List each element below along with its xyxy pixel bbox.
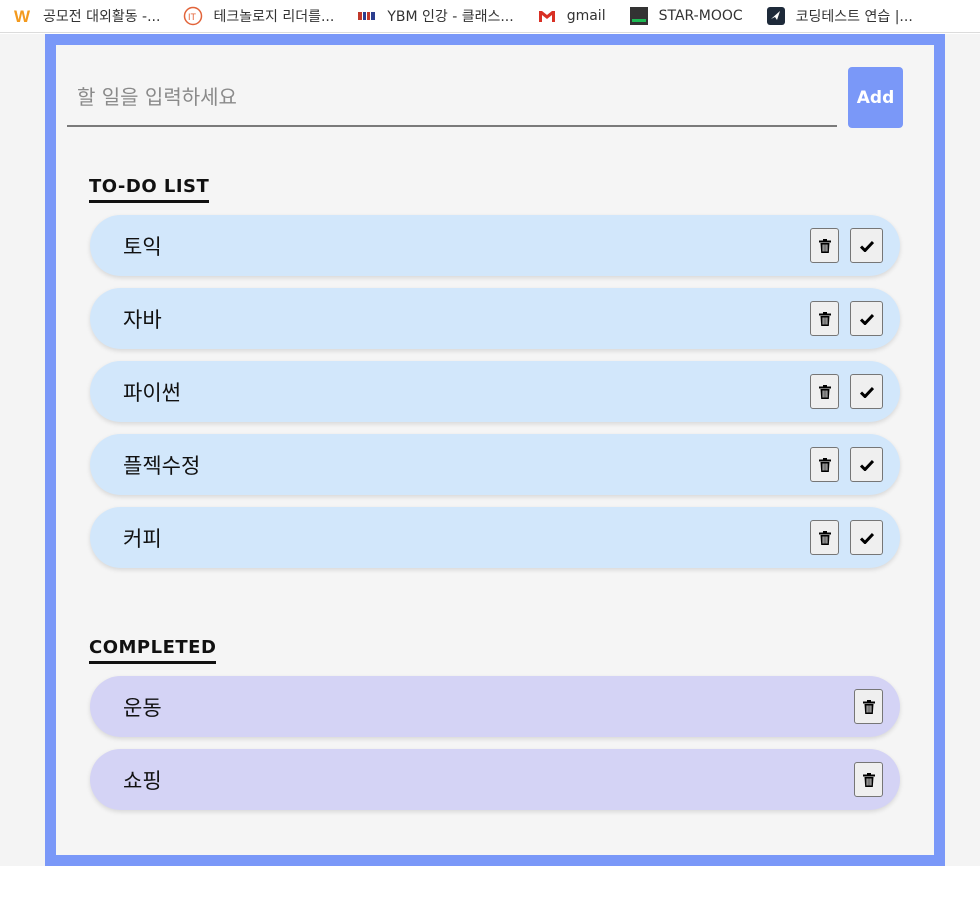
complete-button[interactable] [850, 447, 883, 482]
completed-item-text: 쇼핑 [123, 768, 162, 793]
bookmarks-bar: W 공모전 대외활동 -... IT 테크놀로지 리더를... YBM 인강 -… [0, 0, 980, 33]
bookmark-techleader[interactable]: IT 테크놀로지 리더를... [170, 0, 344, 32]
completed-item: 운동 [90, 676, 900, 737]
complete-button[interactable] [850, 374, 883, 409]
delete-button[interactable] [854, 762, 883, 797]
checkmark-icon [859, 459, 874, 471]
todo-item-text: 커피 [123, 526, 162, 551]
todo-item: 파이썬 [90, 361, 900, 422]
completed-item: 쇼핑 [90, 749, 900, 810]
bookmark-label: 공모전 대외활동 -... [43, 9, 161, 25]
bookmark-label: gmail [566, 8, 606, 24]
checkmark-icon [859, 313, 874, 325]
svg-text:IT: IT [188, 12, 197, 22]
gmail-icon [537, 6, 557, 26]
bookmark-ybm[interactable]: YBM 인강 - 클래스... [344, 0, 523, 32]
todo-item: 플젝수정 [90, 434, 900, 495]
bookmark-label: STAR-MOOC [658, 8, 743, 24]
wevity-w-icon: W [13, 6, 33, 26]
trash-icon [818, 530, 831, 545]
completed-list: 운동 쇼핑 [90, 676, 900, 822]
complete-button[interactable] [850, 520, 883, 555]
trash-icon [818, 311, 831, 326]
bookmark-gmail[interactable]: gmail [524, 0, 616, 32]
it-circle-icon: IT [183, 6, 203, 26]
trash-icon [862, 699, 875, 714]
checkmark-icon [859, 386, 874, 398]
todo-section-title: TO-DO LIST [89, 176, 210, 203]
todo-item-text: 플젝수정 [123, 453, 201, 478]
bookmark-label: 테크놀로지 리더를... [213, 9, 335, 25]
bookmark-label: YBM 인강 - 클래스... [387, 9, 514, 25]
bookmark-label: 코딩테스트 연습 |... [795, 9, 913, 25]
add-task-form: Add [67, 67, 903, 129]
task-input[interactable] [67, 69, 837, 127]
trash-icon [818, 457, 831, 472]
completed-section-title: COMPLETED [89, 637, 217, 664]
todo-item-text: 자바 [123, 307, 162, 332]
star-mooc-icon [629, 6, 649, 26]
delete-button[interactable] [810, 447, 839, 482]
todo-app: Add TO-DO LIST 토익 자바 파이썬 [45, 34, 945, 866]
delete-button[interactable] [810, 520, 839, 555]
bookmark-codingtest[interactable]: 코딩테스트 연습 |... [753, 0, 923, 32]
todo-list: 토익 자바 파이썬 플젝수정 커피 [90, 215, 900, 580]
bookmark-wevity[interactable]: W 공모전 대외활동 -... [0, 0, 170, 32]
checkmark-icon [859, 240, 874, 252]
checkmark-icon [859, 532, 874, 544]
coding-test-icon [766, 6, 786, 26]
delete-button[interactable] [854, 689, 883, 724]
delete-button[interactable] [810, 301, 839, 336]
todo-item-text: 파이썬 [123, 380, 181, 405]
svg-text:W: W [14, 7, 31, 26]
delete-button[interactable] [810, 228, 839, 263]
todo-item: 자바 [90, 288, 900, 349]
delete-button[interactable] [810, 374, 839, 409]
todo-item-text: 토익 [123, 234, 162, 259]
todo-item: 토익 [90, 215, 900, 276]
trash-icon [818, 238, 831, 253]
add-button[interactable]: Add [848, 67, 903, 128]
bookmark-starmooc[interactable]: STAR-MOOC [616, 0, 753, 32]
trash-icon [818, 384, 831, 399]
todo-item: 커피 [90, 507, 900, 568]
ybm-icon [357, 6, 377, 26]
trash-icon [862, 772, 875, 787]
complete-button[interactable] [850, 228, 883, 263]
completed-item-text: 운동 [123, 695, 162, 720]
complete-button[interactable] [850, 301, 883, 336]
